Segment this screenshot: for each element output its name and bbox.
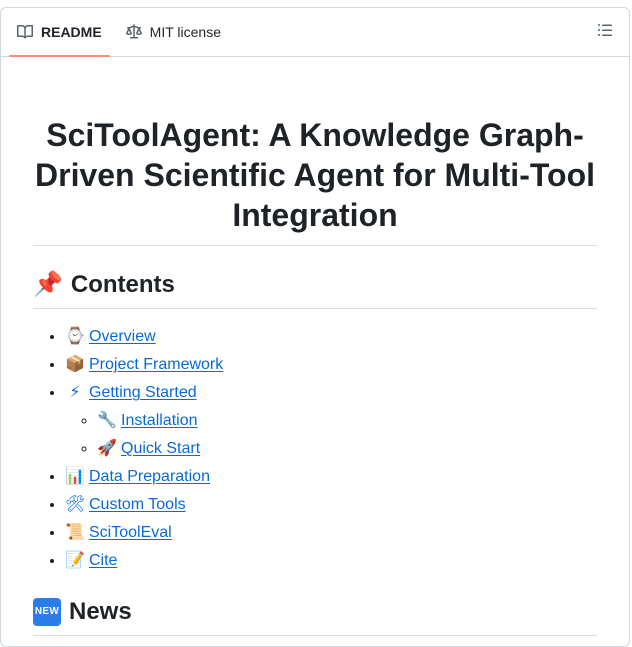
toc-link-scitooleval[interactable]: 📜 SciToolEval — [65, 524, 172, 541]
toc-item-scitooleval: 📜SciToolEval — [65, 521, 597, 545]
toc-item-custom-tools: 🛠Custom Tools — [65, 493, 597, 517]
toc-link-cite[interactable]: 📝 Cite — [65, 552, 117, 569]
outline-button[interactable] — [591, 20, 619, 44]
tab-readme-label: README — [41, 24, 102, 40]
toc-link-overview[interactable]: ⌚ Overview — [65, 328, 156, 345]
toc-link-custom-tools[interactable]: 🛠 Custom Tools — [65, 496, 186, 513]
wrench-icon: 🔧 — [97, 412, 117, 429]
new-badge-icon: NEW — [33, 598, 61, 626]
toc-link-quick-start[interactable]: 🚀 Quick Start — [97, 440, 200, 457]
tab-readme[interactable]: README — [9, 8, 110, 57]
package-icon: 📦 — [65, 356, 85, 373]
toc-item-installation: 🔧Installation — [97, 409, 597, 433]
scale-icon — [125, 24, 142, 40]
toc-link-data-preparation[interactable]: 📊 Data Preparation — [65, 468, 210, 485]
memo-icon: 📝 — [65, 552, 85, 569]
toc-item-cite: 📝Cite — [65, 549, 597, 573]
tools-icon: 🛠 — [65, 496, 86, 513]
table-of-contents: ⌚Overview 📦Project Framework ⚡Getting St… — [33, 325, 597, 573]
bar-chart-icon: 📊 — [65, 468, 85, 485]
tab-bar: README MIT license — [1, 8, 629, 57]
toc-item-data-preparation: 📊Data Preparation — [65, 465, 597, 489]
toc-sublist-getting-started: 🔧Installation 🚀Quick Start — [65, 409, 597, 461]
toc-item-project-framework: 📦Project Framework — [65, 353, 597, 377]
tab-license-label: MIT license — [149, 24, 221, 40]
scroll-icon: 📜 — [65, 524, 85, 541]
toc-item-overview: ⌚Overview — [65, 325, 597, 349]
toc-link-getting-started[interactable]: ⚡ Getting Started — [65, 384, 196, 401]
readme-title: SciToolAgent: A Knowledge Graph-Driven S… — [33, 115, 597, 246]
contents-heading-text: Contents — [70, 271, 175, 298]
toc-item-quick-start: 🚀Quick Start — [97, 437, 597, 461]
news-heading: NEW News — [33, 597, 597, 636]
contents-heading: 📌 Contents — [33, 270, 597, 309]
news-heading-text: News — [69, 598, 132, 625]
pushpin-icon: 📌 — [33, 271, 63, 298]
readme-panel: README MIT license SciToolAgent: A Knowl… — [0, 7, 630, 647]
list-unordered-icon — [597, 22, 613, 43]
readme-content: SciToolAgent: A Knowledge Graph-Driven S… — [1, 115, 629, 636]
lightning-icon: ⚡ — [69, 384, 81, 401]
toc-link-installation[interactable]: 🔧 Installation — [97, 412, 197, 429]
toc-item-getting-started: ⚡Getting Started 🔧Installation 🚀Quick St… — [65, 381, 597, 461]
watch-icon: ⌚ — [65, 328, 85, 345]
toc-link-project-framework[interactable]: 📦 Project Framework — [65, 356, 223, 373]
rocket-icon: 🚀 — [97, 440, 117, 457]
tab-license[interactable]: MIT license — [118, 8, 229, 56]
book-icon — [17, 24, 33, 40]
